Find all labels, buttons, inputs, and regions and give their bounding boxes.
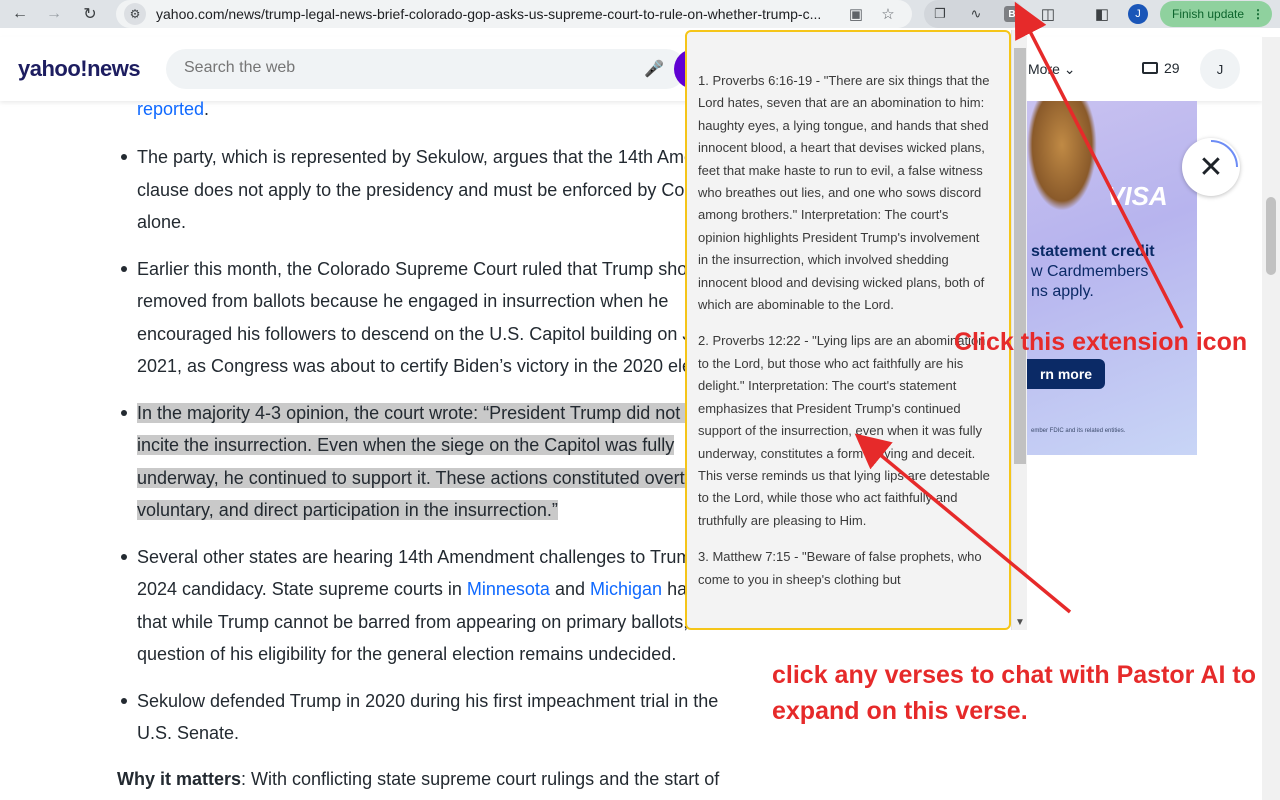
minnesota-link[interactable]: Minnesota — [467, 579, 550, 599]
url-text[interactable]: yahoo.com/news/trump-legal-news-brief-co… — [156, 6, 846, 22]
why-text: : With conflicting state supreme court r… — [241, 769, 720, 789]
yahoo-news-logo[interactable]: yahoo!news — [18, 56, 141, 82]
ad-fine-print: ember FDIC and its related entities. — [1031, 428, 1126, 434]
search-input[interactable] — [184, 59, 624, 77]
ad-terms: ns apply. — [1031, 283, 1094, 300]
account-avatar[interactable]: J — [1200, 49, 1240, 89]
address-bar[interactable]: ⚙ yahoo.com/news/trump-legal-news-brief-… — [116, 0, 912, 28]
why-it-matters: Why it matters: With conflicting state s… — [117, 763, 757, 796]
extensions-strip: ❐ ∿ B — [924, 0, 1024, 28]
kebab-menu-icon: ⋮ — [1252, 7, 1265, 21]
visa-ad[interactable]: VISA statement credit w Cardmembers ns a… — [1027, 101, 1197, 455]
article-bullets: The party, which is represented by Sekul… — [121, 141, 757, 764]
mail-count: 29 — [1164, 60, 1180, 76]
loading-spinner-icon — [1210, 140, 1238, 168]
bullet-item: The party, which is represented by Sekul… — [121, 141, 757, 239]
verse-item[interactable]: 1. Proverbs 6:16-19 - "There are six thi… — [698, 70, 990, 316]
ad-headline: statement credit — [1031, 243, 1155, 260]
ad-character-image — [1027, 101, 1097, 211]
reported-link[interactable]: reported — [137, 101, 204, 119]
extension-copy-icon[interactable]: ❐ — [930, 4, 950, 24]
forward-icon[interactable]: → — [40, 0, 68, 28]
side-panel-icon[interactable]: ◧ — [1092, 4, 1112, 24]
lead-line: reported. — [137, 101, 210, 119]
highlighted-quote[interactable]: In the majority 4-3 opinion, the court w… — [137, 402, 740, 520]
chevron-down-icon: ⌄ — [1059, 61, 1076, 77]
reload-icon[interactable]: ↻ — [76, 0, 104, 28]
extension-annotation: Click this extension icon — [954, 328, 1248, 356]
scroll-down-arrow-icon[interactable]: ▼ — [1015, 617, 1025, 628]
finish-update-label: Finish update — [1172, 7, 1245, 21]
mail-icon — [1142, 62, 1158, 74]
verse-item[interactable]: 3. Matthew 7:15 - "Beware of false proph… — [698, 546, 990, 591]
extension-chart-icon[interactable]: ∿ — [966, 4, 986, 24]
visa-logo: VISA — [1107, 181, 1168, 211]
ad-subline: w Cardmembers — [1031, 263, 1149, 280]
verse-list: 1. Proverbs 6:16-19 - "There are six thi… — [698, 70, 990, 605]
article-body: reported. The party, which is represente… — [0, 101, 760, 800]
bullet-item: In the majority 4-3 opinion, the court w… — [121, 397, 757, 527]
page-scroll-thumb[interactable] — [1266, 197, 1276, 275]
extensions-puzzle-icon[interactable]: ◫ — [1038, 4, 1058, 24]
ad-learn-more-button[interactable]: rn more — [1027, 359, 1105, 389]
site-info-icon[interactable]: ⚙ — [124, 3, 146, 25]
verse-item[interactable]: 2. Proverbs 12:22 - "Lying lips are an a… — [698, 330, 990, 532]
bookmark-star-icon[interactable]: ☆ — [878, 4, 898, 24]
finish-update-button[interactable]: Finish update ⋮ — [1160, 1, 1272, 27]
back-icon[interactable]: ← — [6, 0, 34, 28]
more-menu[interactable]: More ⌄ — [1028, 61, 1076, 78]
microphone-icon[interactable]: 🎤 — [644, 59, 664, 79]
michigan-link[interactable]: Michigan — [590, 579, 662, 599]
bullet-item: Earlier this month, the Colorado Supreme… — [121, 253, 757, 383]
translate-icon[interactable]: ▣ — [846, 4, 866, 24]
popup-scroll-thumb[interactable] — [1014, 48, 1026, 464]
verses-annotation: click any verses to chat with Pastor AI … — [772, 661, 1256, 725]
bullet-item: Sekulow defended Trump in 2020 during hi… — [121, 685, 757, 750]
mail-link[interactable]: 29 — [1142, 60, 1180, 76]
more-label: More — [1028, 61, 1060, 77]
search-box — [166, 49, 686, 89]
browser-toolbar: ← → ↻ ⚙ yahoo.com/news/trump-legal-news-… — [0, 0, 1280, 28]
pastor-ai-extension-icon[interactable]: B — [1004, 6, 1020, 22]
why-label: Why it matters — [117, 769, 242, 789]
profile-avatar[interactable]: J — [1128, 4, 1148, 24]
yahoo-header: yahoo!news 🎤 More ⌄ 29 J — [0, 37, 1262, 101]
and-text: and — [554, 579, 585, 599]
bullet-item: Several other states are hearing 14th Am… — [121, 541, 757, 671]
